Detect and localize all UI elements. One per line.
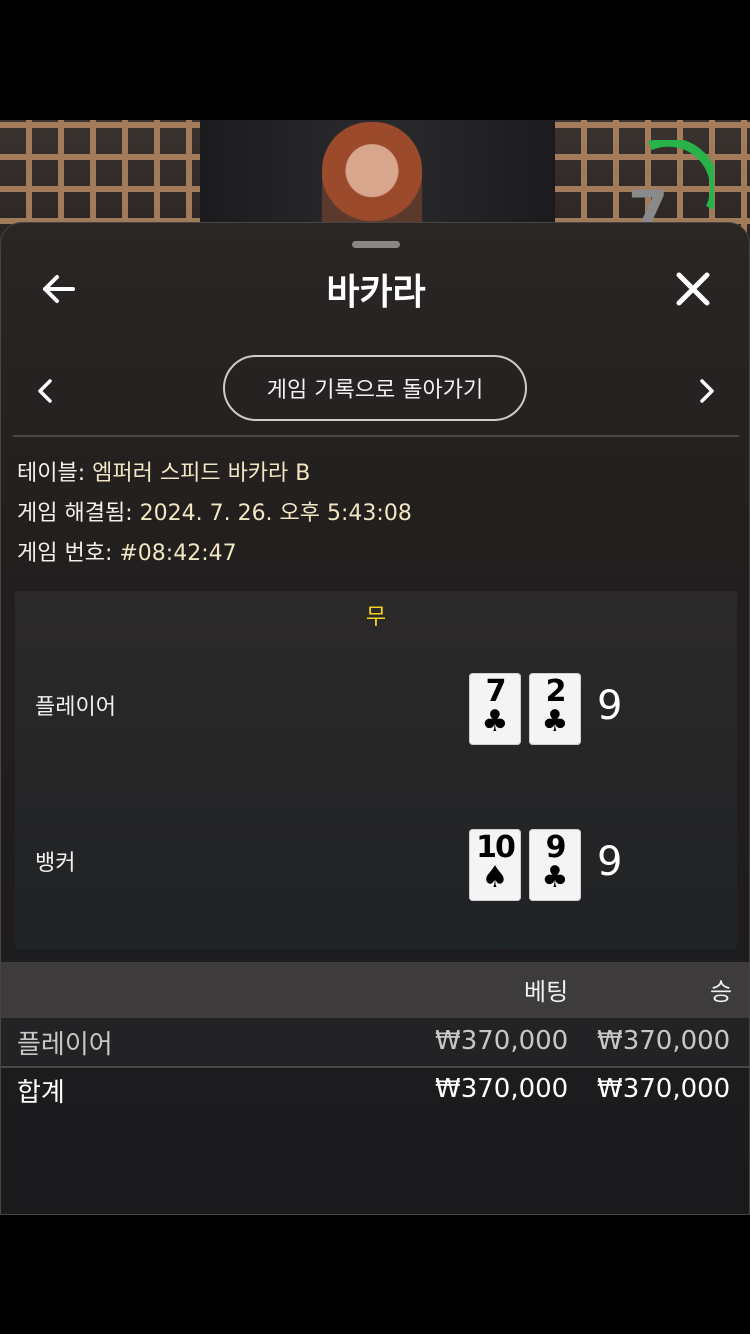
card-suit: ♣ — [541, 704, 569, 739]
bet-row-label: 플레이어 — [17, 1030, 113, 1060]
banker-score: 9 — [597, 839, 623, 885]
previous-game-chevron-icon[interactable] — [31, 373, 59, 409]
game-history-sheet: 바카라 게임 기록으로 돌아가기 테이블: 엠퍼러 스피드 바카라 B 게임 해… — [0, 222, 750, 1215]
sheet-drag-handle[interactable] — [352, 241, 400, 248]
total-win: ₩370,000 — [597, 1074, 731, 1104]
bet-row-win: ₩370,000 — [597, 1026, 731, 1056]
resolved-value: 2024. 7. 26. 오후 5:43:08 — [139, 501, 412, 526]
game-number-info: 게임 번호: #08:42:47 — [17, 535, 237, 567]
page-title: 바카라 — [326, 272, 426, 313]
result-panel: 무 플레이어 7 ♣ 2 ♣ 9 뱅커 10 ♠ 9 ♣ 9 — [15, 591, 737, 949]
card-suit: ♣ — [541, 860, 569, 895]
back-to-history-button[interactable]: 게임 기록으로 돌아가기 — [223, 355, 527, 421]
player-card-1: 7 ♣ — [469, 673, 521, 745]
total-bet: ₩370,000 — [435, 1074, 569, 1104]
card-suit: ♣ — [481, 704, 509, 739]
player-card-2: 2 ♣ — [529, 673, 581, 745]
resolved-info: 게임 해결됨: 2024. 7. 26. 오후 5:43:08 — [17, 495, 412, 527]
game-number-value: #08:42:47 — [119, 541, 237, 566]
result-status: 무 — [365, 605, 387, 630]
divider — [13, 435, 739, 437]
bet-table-header: 베팅 승 — [1, 962, 749, 1018]
table-value: 엠퍼러 스피드 바카라 B — [92, 461, 311, 486]
banker-card-1: 10 ♠ — [469, 829, 521, 901]
bet-column-header: 베팅 — [524, 978, 569, 1006]
player-score: 9 — [597, 683, 623, 729]
close-icon[interactable] — [671, 267, 715, 311]
game-number-label: 게임 번호: — [17, 541, 113, 566]
card-suit: ♠ — [481, 860, 509, 895]
next-game-chevron-icon[interactable] — [693, 373, 721, 409]
table-row-total: 합계 ₩370,000 ₩370,000 — [1, 1068, 749, 1116]
win-column-header: 승 — [710, 978, 733, 1006]
table-info: 테이블: 엠퍼러 스피드 바카라 B — [17, 455, 310, 487]
player-label: 플레이어 — [35, 695, 116, 720]
bet-row-amount: ₩370,000 — [435, 1026, 569, 1056]
table-row: 플레이어 ₩370,000 ₩370,000 — [1, 1018, 749, 1068]
table-label: 테이블: — [17, 461, 86, 486]
banker-card-2: 9 ♣ — [529, 829, 581, 901]
total-label: 합계 — [17, 1078, 65, 1108]
banker-label: 뱅커 — [35, 851, 76, 876]
resolved-label: 게임 해결됨: — [17, 501, 133, 526]
